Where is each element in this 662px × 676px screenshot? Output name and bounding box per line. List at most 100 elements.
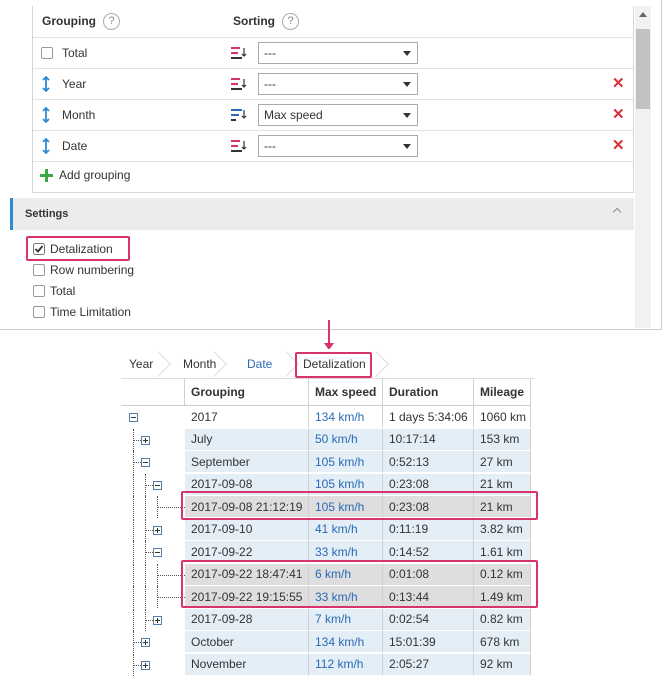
collapse-icon[interactable]	[153, 548, 162, 557]
tree-connector	[121, 406, 185, 428]
expand-icon[interactable]	[153, 525, 162, 535]
chevron-down-icon	[403, 144, 411, 149]
table-row[interactable]: 2017-09-10 41 km/h 0:11:19 3.82 km	[121, 518, 535, 541]
chevron-up-icon[interactable]	[612, 207, 622, 217]
sort-desc-icon[interactable]	[231, 139, 247, 153]
tree-line	[145, 496, 146, 518]
column-header-tree	[121, 379, 185, 406]
table-cell: 678 km	[474, 631, 531, 653]
table-cell: 134 km/h	[309, 406, 383, 428]
highlight-box	[26, 236, 130, 261]
vertical-arrows-icon[interactable]	[39, 138, 53, 154]
sort-desc-icon[interactable]	[231, 46, 247, 60]
table-row[interactable]: November 112 km/h 2:05:27 92 km	[121, 653, 535, 676]
report-settings-panel: Grouping ? Sorting ? Total --- Year --- …	[0, 0, 662, 330]
grouping-row-date: Date --- ✕	[33, 130, 633, 161]
option-label: Total	[50, 284, 76, 298]
table-cell: 2:05:27	[383, 653, 474, 676]
sort-select-value: Max speed	[264, 108, 323, 122]
sort-select-year[interactable]: ---	[258, 73, 418, 95]
checkbox[interactable]	[33, 264, 45, 276]
delete-month-icon[interactable]: ✕	[612, 107, 625, 122]
table-cell: 1060 km	[474, 406, 531, 428]
grouping-header: Grouping ?	[42, 6, 120, 36]
sort-select-date[interactable]: ---	[258, 135, 418, 157]
table-row[interactable]: July 50 km/h 10:17:14 153 km	[121, 428, 535, 451]
expand-icon[interactable]	[153, 615, 162, 625]
tree-line	[145, 552, 153, 553]
delete-date-icon[interactable]: ✕	[612, 138, 625, 153]
table-cell: October	[185, 631, 309, 653]
expand-icon[interactable]	[141, 660, 150, 670]
column-header-mileage[interactable]: Mileage	[474, 379, 531, 406]
breadcrumb-year[interactable]: Year	[121, 349, 171, 379]
sorting-header: Sorting ?	[233, 6, 299, 36]
highlight-box	[295, 352, 372, 378]
delete-year-icon[interactable]: ✕	[612, 76, 625, 91]
sorting-help-icon[interactable]: ?	[282, 12, 299, 30]
sort-select-month[interactable]: Max speed	[258, 104, 418, 126]
tree-line	[133, 541, 134, 563]
scrollbar[interactable]	[635, 6, 651, 328]
scroll-up-icon[interactable]	[639, 12, 647, 17]
table-cell: 41 km/h	[309, 518, 383, 541]
divider	[33, 161, 633, 162]
vertical-arrows-icon[interactable]	[39, 76, 53, 92]
collapse-icon[interactable]	[141, 458, 150, 467]
column-header-duration[interactable]: Duration	[383, 379, 474, 406]
tree-connector	[121, 608, 185, 631]
tree-connector	[121, 653, 185, 676]
settings-title: Settings	[25, 208, 69, 220]
collapse-icon[interactable]	[153, 480, 162, 490]
option-row-numbering[interactable]: Row numbering	[33, 263, 134, 277]
tree-line	[133, 462, 141, 463]
option-total[interactable]: Total	[33, 284, 75, 298]
table-cell: 112 km/h	[309, 653, 383, 676]
scrollbar-thumb[interactable]	[636, 29, 650, 109]
column-header-max-speed[interactable]: Max speed	[309, 379, 383, 406]
sort-desc-icon[interactable]	[231, 77, 247, 91]
table-row[interactable]: September 105 km/h 0:52:13 27 km	[121, 451, 535, 473]
tree-connector	[121, 451, 185, 473]
tree-line	[133, 473, 134, 496]
highlight-box	[181, 491, 538, 520]
tree-line	[133, 518, 134, 541]
expand-icon[interactable]	[141, 435, 150, 445]
option-time-limitation[interactable]: Time Limitation	[33, 305, 131, 319]
sort-asc-icon[interactable]	[231, 108, 247, 122]
sort-select-value: ---	[264, 46, 276, 60]
checkbox[interactable]	[33, 306, 45, 318]
breadcrumb-date[interactable]: Date	[221, 349, 299, 379]
table-cell: September	[185, 451, 309, 473]
highlight-box	[181, 560, 538, 608]
tree-connector	[121, 428, 185, 451]
table-cell: 0:02:54	[383, 608, 474, 631]
expand-icon[interactable]	[141, 638, 150, 647]
grouping-help-icon[interactable]: ?	[103, 12, 120, 30]
tree-line	[133, 563, 134, 586]
table-cell: July	[185, 428, 309, 451]
table-cell: 50 km/h	[309, 428, 383, 451]
tree-line	[133, 608, 134, 631]
chevron-down-icon	[403, 82, 411, 87]
sort-select-value: ---	[264, 139, 276, 153]
tree-line	[133, 496, 134, 518]
checkbox[interactable]	[33, 285, 45, 297]
sort-select-total[interactable]: ---	[258, 42, 418, 64]
grouping-row-month: Month Max speed ✕	[33, 99, 633, 130]
table-row[interactable]: 2017 134 km/h 1 days 5:34:06 1060 km	[121, 406, 535, 428]
tree-connector	[121, 631, 185, 653]
total-checkbox[interactable]	[41, 47, 53, 59]
table-row[interactable]: 2017-09-28 7 km/h 0:02:54 0.82 km	[121, 608, 535, 631]
chevron-down-icon	[403, 51, 411, 56]
column-header-grouping[interactable]: Grouping	[185, 379, 309, 406]
tree-line	[145, 484, 153, 486]
table-row[interactable]: October 134 km/h 15:01:39 678 km	[121, 631, 535, 653]
collapse-icon[interactable]	[129, 413, 138, 422]
breadcrumb-month[interactable]: Month	[165, 349, 227, 379]
table-cell: 92 km	[474, 653, 531, 676]
settings-section-header[interactable]: Settings	[10, 198, 634, 230]
grouping-row-label: Date	[62, 139, 88, 153]
vertical-arrows-icon[interactable]	[39, 107, 53, 123]
add-grouping-button[interactable]: Add grouping	[40, 168, 130, 182]
